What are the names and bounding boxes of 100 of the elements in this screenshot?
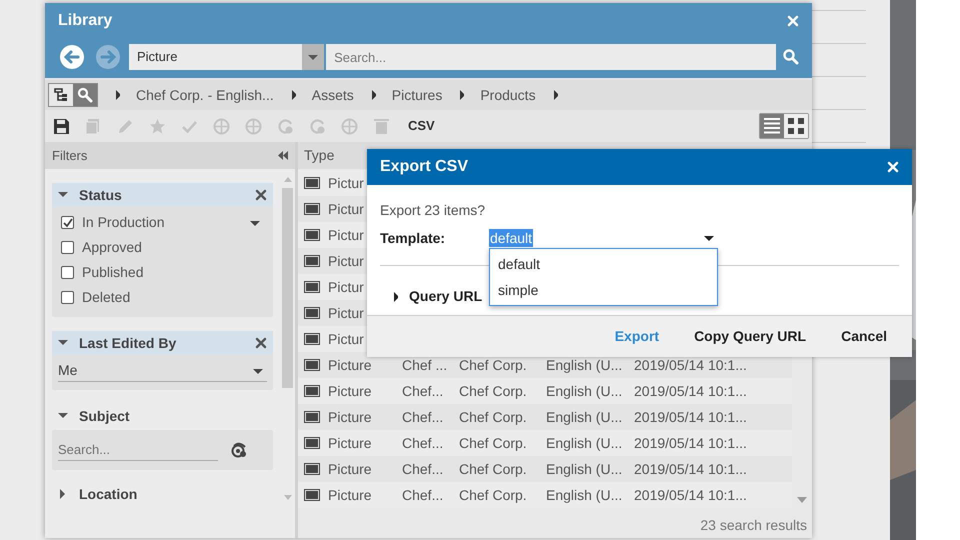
table-cell-text: Pictur	[328, 252, 364, 270]
result-count: 23 search results	[700, 516, 807, 534]
search-view-button[interactable]	[73, 84, 97, 106]
table-cell-text: 2019/05/14 10:1...	[634, 460, 748, 478]
list-icon	[763, 117, 781, 135]
save-icon[interactable]	[53, 118, 70, 134]
csv-label: CSV	[408, 117, 435, 136]
filter-title: Status	[79, 186, 123, 204]
grid-view-button[interactable]	[784, 114, 808, 138]
type-dropdown[interactable]: Picture	[129, 44, 324, 70]
table-cell-text: Chef Corp.	[459, 434, 528, 453]
caret-icon[interactable]	[58, 411, 68, 421]
table-cell-text: 2019/05/14 10:1...	[634, 434, 748, 452]
table-cell-text: Picture	[328, 434, 373, 452]
image-icon	[304, 229, 320, 241]
image-icon	[304, 333, 320, 345]
table-cell-text: Chef Corp.	[459, 356, 528, 375]
breadcrumb-link[interactable]: Products	[480, 84, 536, 106]
list-view-button[interactable]	[760, 114, 784, 138]
checkbox[interactable]	[61, 241, 74, 254]
caret-icon[interactable]	[392, 292, 398, 302]
caret-icon	[704, 234, 714, 241]
table-cell-text: English (U...	[546, 434, 624, 453]
caret-icon[interactable]	[250, 219, 261, 226]
caret-icon	[114, 90, 120, 100]
collapse-icon[interactable]	[278, 151, 288, 160]
close-icon[interactable]	[255, 337, 267, 349]
section-toggle[interactable]: Query URL	[409, 286, 482, 307]
search-field[interactable]: Search...	[326, 44, 776, 70]
caret-icon	[253, 367, 263, 374]
subject-search-box[interactable]: Search...	[52, 430, 273, 470]
scroll-down-icon[interactable]	[797, 497, 807, 503]
table-cell-text: Picture	[328, 486, 373, 504]
checkbox[interactable]	[61, 266, 74, 279]
caret-icon	[290, 90, 296, 100]
caret-icon[interactable]	[58, 489, 68, 499]
dropdown-option[interactable]: default	[490, 251, 717, 277]
checkbox-label: Published	[82, 263, 144, 282]
table-cell-text: Pictur	[328, 226, 364, 244]
checkbox[interactable]	[61, 216, 74, 229]
table-cell-text: Pictur	[328, 330, 364, 348]
caret-icon	[458, 90, 464, 100]
image-icon	[304, 281, 320, 293]
filter-title: Subject	[79, 406, 131, 426]
table-cell-text: Pictur	[328, 200, 364, 218]
tree-icon	[53, 87, 69, 103]
tree-view-button[interactable]	[49, 84, 73, 106]
scrollbar-thumb[interactable]	[282, 188, 293, 388]
table-cell-text: Chef...	[402, 408, 444, 426]
field-label: Template:	[380, 229, 446, 248]
image-icon	[304, 437, 320, 449]
dialog-title: Export CSV	[380, 157, 468, 177]
tag-search-icon[interactable]	[231, 442, 247, 458]
table-cell-text: Picture	[328, 460, 373, 478]
back-icon[interactable]	[59, 44, 85, 70]
image-icon	[304, 255, 320, 267]
checkbox-label: Approved	[82, 238, 143, 257]
column-header[interactable]: Type	[304, 145, 334, 166]
table-cell-text: Chef...	[402, 434, 444, 452]
dialog-message: Export 23 items?	[380, 201, 486, 220]
table-cell-text: English (U...	[546, 486, 624, 505]
table-cell-text: 2019/05/14 10:1...	[634, 408, 748, 426]
table-cell-text: 2019/05/14 10:1...	[634, 486, 748, 504]
window-title: Library	[58, 11, 112, 31]
filter-title: Last Edited By	[79, 334, 178, 353]
table-cell-text: Chef...	[402, 382, 444, 400]
filter-title: Location	[79, 484, 138, 504]
table-cell-text: English (U...	[546, 408, 624, 427]
table-cell-text: Picture	[328, 382, 373, 400]
image-icon	[304, 411, 320, 423]
search-icon	[77, 87, 93, 103]
image-icon	[304, 463, 320, 475]
user-dropdown[interactable]: Me	[58, 360, 267, 382]
filters-title: Filters	[52, 146, 88, 165]
checkbox-label: In Production	[82, 213, 166, 232]
table-cell-text: Picture	[328, 356, 373, 374]
image-icon	[304, 489, 320, 501]
dialog-button[interactable]: Copy Query URL	[694, 326, 806, 347]
dropdown-option[interactable]: simple	[490, 277, 717, 303]
table-cell-text: Chef Corp.	[459, 408, 528, 427]
breadcrumb-link[interactable]: Pictures	[392, 84, 442, 106]
checkbox[interactable]	[61, 291, 74, 304]
subject-search-field[interactable]: Search...	[58, 439, 218, 461]
image-icon	[304, 307, 320, 319]
breadcrumb-link[interactable]: Chef Corp. - English...	[136, 84, 274, 106]
breadcrumb-link[interactable]: Assets	[312, 84, 354, 106]
table-cell-text: Pictur	[328, 304, 364, 322]
dialog-button[interactable]: Cancel	[841, 326, 887, 347]
table-cell-text: Pictur	[328, 278, 364, 296]
caret-icon	[308, 53, 318, 61]
table-cell-text: English (U...	[546, 460, 624, 479]
image-icon	[304, 359, 320, 371]
image-icon	[304, 177, 320, 189]
search-icon[interactable]	[783, 49, 799, 65]
close-icon[interactable]	[255, 189, 267, 201]
table-cell-text: Picture	[328, 408, 373, 426]
table-cell-text: Pictur	[328, 174, 364, 192]
grid-icon	[787, 117, 805, 135]
caret-icon	[370, 90, 376, 100]
table-cell-text: English (U...	[546, 382, 624, 401]
